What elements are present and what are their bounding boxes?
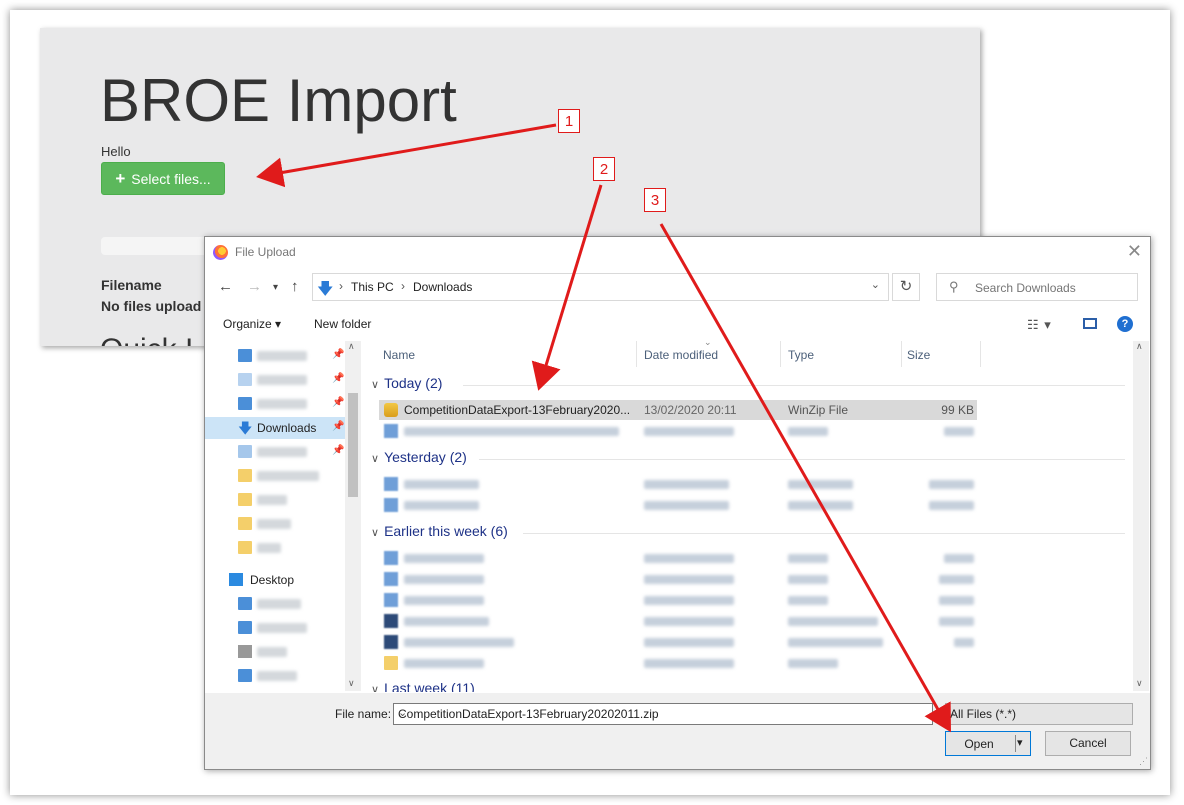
arrow-2 bbox=[531, 184, 603, 391]
arrow-3 bbox=[659, 223, 951, 733]
annotation-arrows bbox=[256, 123, 951, 733]
arrow-1 bbox=[256, 123, 557, 188]
